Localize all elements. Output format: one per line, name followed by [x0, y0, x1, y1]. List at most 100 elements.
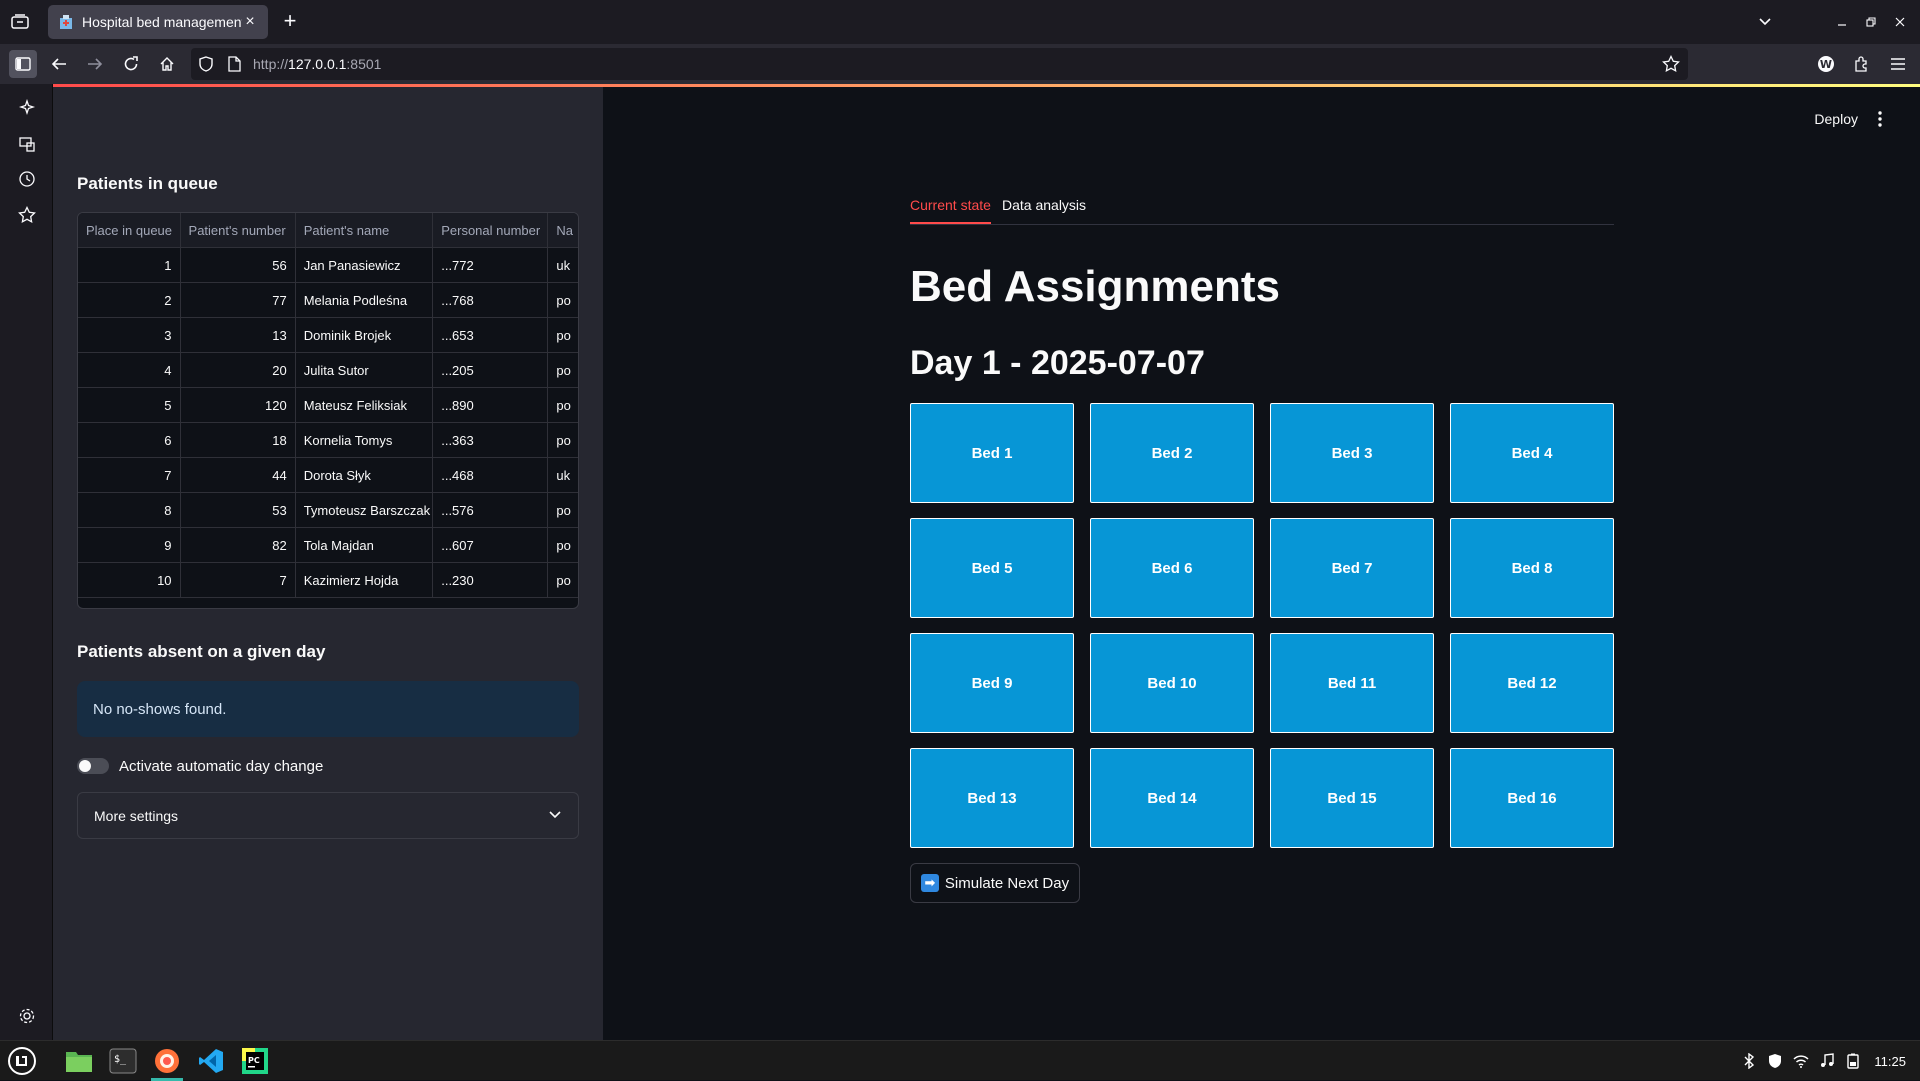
table-cell[interactable]: Julita Sutor — [296, 353, 434, 387]
table-cell[interactable]: po — [548, 563, 578, 597]
table-cell[interactable]: 6 — [78, 423, 181, 457]
table-cell[interactable]: Dorota Słyk — [296, 458, 434, 492]
table-cell[interactable]: po — [548, 353, 578, 387]
table-row[interactable]: 6 18 Kornelia Tomys ...363 po — [78, 423, 578, 458]
table-cell[interactable]: 82 — [181, 528, 296, 562]
table-row[interactable]: 4 20 Julita Sutor ...205 po — [78, 353, 578, 388]
table-cell[interactable]: po — [548, 318, 578, 352]
table-cell[interactable]: po — [548, 283, 578, 317]
bed-button[interactable]: Bed 14 — [1090, 748, 1254, 848]
wifi-icon[interactable] — [1788, 1041, 1814, 1081]
column-header[interactable]: Patient's number — [181, 213, 296, 247]
minimize-icon[interactable] — [1827, 0, 1856, 44]
table-row[interactable]: 10 7 Kazimierz Hojda ...230 po — [78, 563, 578, 598]
table-cell[interactable]: 18 — [181, 423, 296, 457]
table-cell[interactable]: Dominik Brojek — [296, 318, 434, 352]
table-row[interactable]: 9 82 Tola Majdan ...607 po — [78, 528, 578, 563]
column-header[interactable]: Personal number — [433, 213, 549, 247]
table-cell[interactable]: 7 — [78, 458, 181, 492]
bookmark-star-icon[interactable] — [1662, 54, 1680, 78]
table-cell[interactable]: Melania Podleśna — [296, 283, 434, 317]
bluetooth-icon[interactable] — [1736, 1041, 1762, 1081]
table-cell[interactable]: Tola Majdan — [296, 528, 434, 562]
table-cell[interactable]: 53 — [181, 493, 296, 527]
home-icon[interactable] — [153, 50, 181, 78]
table-row[interactable]: 3 13 Dominik Brojek ...653 po — [78, 318, 578, 353]
table-row[interactable]: 1 56 Jan Panasiewicz ...772 uk — [78, 248, 578, 283]
sidebar-toggle-icon[interactable] — [9, 50, 37, 78]
close-tab-icon[interactable]: × — [242, 14, 258, 30]
firefox-icon[interactable] — [151, 1046, 183, 1081]
page-info-icon[interactable] — [227, 56, 241, 77]
column-header[interactable]: Patient's name — [296, 213, 434, 247]
pycharm-icon[interactable]: PC — [239, 1046, 271, 1076]
table-row[interactable]: 7 44 Dorota Słyk ...468 uk — [78, 458, 578, 493]
table-cell[interactable]: po — [548, 528, 578, 562]
table-cell[interactable]: po — [548, 423, 578, 457]
tab-data-analysis[interactable]: Data analysis — [1002, 197, 1086, 224]
column-header[interactable]: Na — [548, 213, 578, 247]
close-window-icon[interactable] — [1885, 0, 1914, 44]
table-cell[interactable]: Tymoteusz Barszczak — [296, 493, 434, 527]
table-cell[interactable]: uk — [548, 248, 578, 282]
table-cell[interactable]: 20 — [181, 353, 296, 387]
table-cell[interactable]: 4 — [78, 353, 181, 387]
bed-button[interactable]: Bed 11 — [1270, 633, 1434, 733]
account-icon[interactable]: W — [1808, 44, 1844, 84]
table-cell[interactable]: Kornelia Tomys — [296, 423, 434, 457]
table-cell[interactable]: Mateusz Feliksiak — [296, 388, 434, 422]
bed-button[interactable]: Bed 7 — [1270, 518, 1434, 618]
customize-sidebar-icon[interactable] — [15, 1004, 39, 1028]
table-cell[interactable]: ...653 — [433, 318, 549, 352]
back-icon[interactable] — [45, 50, 73, 78]
toggle-switch[interactable] — [77, 758, 109, 774]
table-cell[interactable]: 8 — [78, 493, 181, 527]
forward-icon[interactable] — [81, 50, 109, 78]
bookmarks-icon[interactable] — [15, 203, 39, 227]
vscode-icon[interactable] — [195, 1046, 227, 1076]
table-row[interactable]: 5 120 Mateusz Feliksiak ...890 po — [78, 388, 578, 423]
table-cell[interactable]: ...363 — [433, 423, 549, 457]
history-icon[interactable] — [15, 167, 39, 191]
table-cell[interactable]: 1 — [78, 248, 181, 282]
table-cell[interactable]: po — [548, 388, 578, 422]
table-row[interactable]: 2 77 Melania Podleśna ...768 po — [78, 283, 578, 318]
new-tab-button[interactable]: + — [278, 10, 302, 34]
bed-button[interactable]: Bed 6 — [1090, 518, 1254, 618]
bed-button[interactable]: Bed 3 — [1270, 403, 1434, 503]
table-cell[interactable]: ...205 — [433, 353, 549, 387]
browser-tab-active[interactable]: Hospital bed management × — [48, 5, 268, 39]
table-cell[interactable]: uk — [548, 458, 578, 492]
tab-current-state[interactable]: Current state — [910, 197, 991, 224]
table-cell[interactable]: 5 — [78, 388, 181, 422]
more-settings-expander[interactable]: More settings — [77, 792, 579, 839]
reload-icon[interactable] — [117, 50, 145, 78]
queue-table[interactable]: Place in queue Patient's number Patient'… — [77, 212, 579, 609]
ai-chatbot-icon[interactable] — [15, 96, 39, 120]
bed-button[interactable]: Bed 15 — [1270, 748, 1434, 848]
bed-button[interactable]: Bed 2 — [1090, 403, 1254, 503]
mint-menu-icon[interactable] — [6, 1046, 38, 1076]
table-cell[interactable]: ...607 — [433, 528, 549, 562]
table-cell[interactable]: po — [548, 493, 578, 527]
bed-button[interactable]: Bed 8 — [1450, 518, 1614, 618]
extensions-icon[interactable] — [1844, 44, 1880, 84]
bed-button[interactable]: Bed 9 — [910, 633, 1074, 733]
bed-button[interactable]: Bed 13 — [910, 748, 1074, 848]
synced-tabs-icon[interactable] — [15, 132, 39, 156]
kebab-menu-icon[interactable] — [1870, 109, 1890, 129]
column-header[interactable]: Place in queue — [78, 213, 181, 247]
auto-day-change-toggle[interactable]: Activate automatic day change — [77, 754, 323, 778]
table-cell[interactable]: ...890 — [433, 388, 549, 422]
table-cell[interactable]: Jan Panasiewicz — [296, 248, 434, 282]
bed-button[interactable]: Bed 16 — [1450, 748, 1614, 848]
table-cell[interactable]: ...230 — [433, 563, 549, 597]
url-bar[interactable]: http://127.0.0.1:8501 — [191, 48, 1688, 80]
table-cell[interactable]: 10 — [78, 563, 181, 597]
shield-icon[interactable] — [1762, 1041, 1788, 1081]
bed-button[interactable]: Bed 10 — [1090, 633, 1254, 733]
clock[interactable]: 11:25 — [1874, 1054, 1906, 1069]
bed-button[interactable]: Bed 5 — [910, 518, 1074, 618]
table-cell[interactable]: 3 — [78, 318, 181, 352]
bed-button[interactable]: Bed 1 — [910, 403, 1074, 503]
